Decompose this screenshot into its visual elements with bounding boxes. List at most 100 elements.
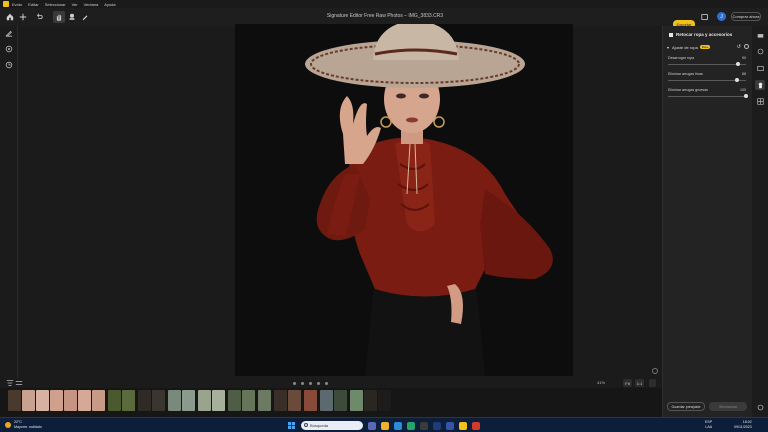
app-icon[interactable]	[472, 422, 480, 430]
windows-start-icon[interactable]	[288, 422, 295, 429]
face-icon[interactable]	[755, 46, 765, 56]
menu-ayuda[interactable]: Ayuda	[104, 2, 115, 7]
clothing-tool-icon[interactable]	[755, 80, 765, 90]
subpanel-header[interactable]: ▾ Ajuste de ropa Beta ↺	[667, 42, 751, 52]
menu-editar[interactable]: Editar	[28, 2, 38, 7]
toggle-icon[interactable]	[744, 44, 749, 49]
slider-desarrugar-ropa[interactable]: Desarrugar ropa 90	[668, 56, 750, 70]
thumbnail[interactable]	[274, 390, 287, 411]
thumbnail[interactable]	[334, 390, 347, 411]
grid-icon[interactable]	[755, 96, 765, 106]
document-title: Signature Editor Free Raw Photos – IMG_3…	[326, 13, 444, 19]
thumbnail[interactable]	[50, 390, 63, 411]
taskbar-search[interactable]: Búsqueda	[301, 421, 363, 430]
thumbnail[interactable]	[22, 390, 35, 411]
one-to-one-button[interactable]: 1:1	[635, 379, 644, 387]
menu-ver[interactable]: Ver	[72, 2, 78, 7]
thumbnail[interactable]	[36, 390, 49, 411]
language-indicator[interactable]: ESP LAA	[705, 420, 712, 430]
slider-track[interactable]	[668, 96, 746, 97]
task-view-icon[interactable]	[368, 422, 376, 430]
thumbnail[interactable]	[168, 390, 181, 411]
thumbnail[interactable]	[304, 390, 317, 411]
fit-button[interactable]: Fit	[623, 379, 632, 387]
canvas-area[interactable]	[18, 24, 662, 378]
left-tool-rail	[0, 26, 18, 400]
camera-icon[interactable]	[755, 30, 765, 40]
sync-button[interactable]: Sincronizar	[709, 402, 747, 411]
thumbnail[interactable]	[228, 390, 241, 411]
filmstrip-toolbar: 41% Fit 1:1	[0, 378, 662, 388]
slider-track[interactable]	[668, 64, 746, 65]
thumbnail[interactable]	[378, 390, 391, 411]
thumbnail[interactable]	[8, 390, 21, 411]
avatar[interactable]: J	[717, 12, 726, 21]
slider-eliminar-arrugas-gruesas[interactable]: Eliminar arrugas gruesas 100	[668, 88, 750, 102]
menu-evoto[interactable]: Evoto	[12, 2, 22, 7]
os-taskbar: 22°C Mayorm. nublado Búsqueda ESP LAA 18…	[0, 417, 768, 432]
evoto-taskbar-icon[interactable]	[459, 422, 467, 430]
file-explorer-icon[interactable]	[381, 422, 389, 430]
thumbnail[interactable]	[152, 390, 165, 411]
thumbnail[interactable]	[364, 390, 377, 411]
save-preset-button[interactable]: Guardar preajuste	[667, 402, 705, 411]
beta-badge: Beta	[699, 45, 710, 49]
slider-knob[interactable]	[744, 94, 748, 98]
help-icon[interactable]	[755, 402, 765, 412]
rating-dot[interactable]	[301, 382, 304, 385]
rating-dot[interactable]	[325, 382, 328, 385]
thumbnail[interactable]	[350, 390, 363, 411]
slider-eliminar-arrugas-finas[interactable]: Eliminar arrugas finas 88	[668, 72, 750, 86]
background-icon[interactable]	[755, 63, 765, 73]
history-icon[interactable]	[4, 60, 14, 70]
rating-dot[interactable]	[309, 382, 312, 385]
filter-icon[interactable]	[6, 378, 14, 387]
thumbnail[interactable]	[138, 390, 151, 411]
chevron-down-icon[interactable]: ▾	[667, 45, 669, 50]
hand-tool-icon[interactable]	[53, 11, 65, 23]
compare-icon[interactable]	[649, 379, 656, 387]
lightroom-icon[interactable]	[433, 422, 441, 430]
menu-seleccionar[interactable]: Seleccionar	[45, 2, 66, 7]
brush-tool-icon[interactable]	[79, 11, 91, 23]
thumbnail[interactable]	[182, 390, 195, 411]
batch-icon[interactable]	[699, 11, 711, 23]
edge-icon[interactable]	[394, 422, 402, 430]
thumbnail[interactable]	[92, 390, 105, 411]
thumbnail[interactable]	[122, 390, 135, 411]
preset-icon[interactable]	[4, 44, 14, 54]
info-icon[interactable]	[652, 368, 658, 374]
thumbnail[interactable]	[242, 390, 255, 411]
reset-icon[interactable]: ↺	[737, 44, 741, 50]
stamp-tool-icon[interactable]	[66, 11, 78, 23]
thumbnail[interactable]	[288, 390, 301, 411]
thumbnail[interactable]	[78, 390, 91, 411]
weather-widget[interactable]: 22°C Mayorm. nublado	[5, 420, 42, 430]
app-logo-icon	[3, 1, 9, 7]
buy-now-button[interactable]: Comprar ahora	[731, 12, 761, 21]
thumbnail[interactable]	[212, 390, 225, 411]
filmstrip	[0, 388, 662, 417]
portrait-photo[interactable]	[235, 24, 573, 376]
subpanel-title: Ajuste de ropa	[672, 44, 698, 50]
thumbnail[interactable]	[108, 390, 121, 411]
slider-knob[interactable]	[736, 62, 741, 66]
rating-dot[interactable]	[317, 382, 320, 385]
chrome-icon[interactable]	[407, 422, 415, 430]
undo-icon[interactable]	[33, 11, 45, 23]
zoom-level[interactable]: 41%	[597, 380, 605, 385]
thumbnail[interactable]	[258, 390, 271, 411]
app-icon[interactable]	[446, 422, 454, 430]
edit-icon[interactable]	[4, 28, 14, 38]
app-icon[interactable]	[420, 422, 428, 430]
thumbnail[interactable]	[320, 390, 333, 411]
clock[interactable]: 18:02 09/11/2023	[734, 420, 752, 430]
thumbnail[interactable]	[64, 390, 77, 411]
menu-ventana[interactable]: Ventana	[84, 2, 99, 7]
slider-knob[interactable]	[734, 78, 739, 82]
home-icon[interactable]	[4, 11, 16, 23]
rating-dot[interactable]	[293, 382, 296, 385]
add-icon[interactable]	[17, 11, 29, 23]
list-icon[interactable]	[15, 378, 23, 387]
thumbnail[interactable]	[198, 390, 211, 411]
